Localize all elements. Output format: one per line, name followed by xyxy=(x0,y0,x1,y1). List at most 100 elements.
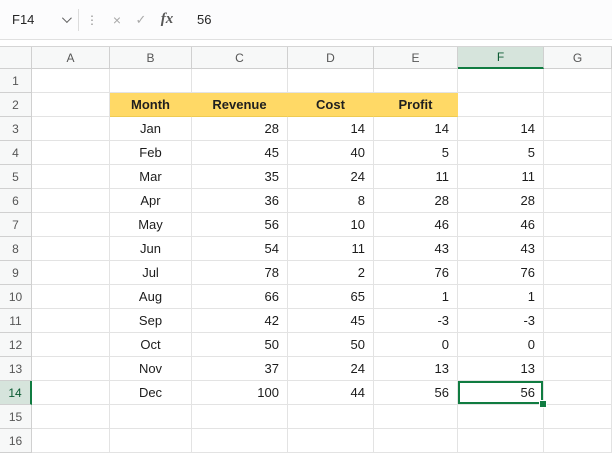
cell-G15[interactable] xyxy=(544,405,612,429)
formula-input[interactable]: 56 xyxy=(197,12,612,27)
cell-D1[interactable] xyxy=(288,69,374,93)
cell-B9[interactable]: Jul xyxy=(110,261,192,285)
column-header-F[interactable]: F xyxy=(458,47,544,69)
cell-E4[interactable]: 5 xyxy=(374,141,458,165)
cell-F14[interactable]: 56 xyxy=(458,381,544,405)
cell-A2[interactable] xyxy=(32,93,110,117)
cell-E5[interactable]: 11 xyxy=(374,165,458,189)
cell-A5[interactable] xyxy=(32,165,110,189)
cell-E9[interactable]: 76 xyxy=(374,261,458,285)
cell-E16[interactable] xyxy=(374,429,458,453)
cell-D16[interactable] xyxy=(288,429,374,453)
cell-D6[interactable]: 8 xyxy=(288,189,374,213)
cell-C2[interactable]: Revenue xyxy=(192,93,288,117)
cell-B11[interactable]: Sep xyxy=(110,309,192,333)
cell-D2[interactable]: Cost xyxy=(288,93,374,117)
cell-G10[interactable] xyxy=(544,285,612,309)
cell-A11[interactable] xyxy=(32,309,110,333)
cell-G11[interactable] xyxy=(544,309,612,333)
cell-F11[interactable]: -3 xyxy=(458,309,544,333)
cell-B3[interactable]: Jan xyxy=(110,117,192,141)
cell-C12[interactable]: 50 xyxy=(192,333,288,357)
cell-C6[interactable]: 36 xyxy=(192,189,288,213)
cell-C15[interactable] xyxy=(192,405,288,429)
column-header-C[interactable]: C xyxy=(192,47,288,69)
cell-A6[interactable] xyxy=(32,189,110,213)
cell-F15[interactable] xyxy=(458,405,544,429)
column-header-G[interactable]: G xyxy=(544,47,612,69)
cell-F9[interactable]: 76 xyxy=(458,261,544,285)
cell-D9[interactable]: 2 xyxy=(288,261,374,285)
cell-D7[interactable]: 10 xyxy=(288,213,374,237)
cell-G9[interactable] xyxy=(544,261,612,285)
row-header-7[interactable]: 7 xyxy=(0,213,32,237)
cell-E13[interactable]: 13 xyxy=(374,357,458,381)
column-header-A[interactable]: A xyxy=(32,47,110,69)
cell-F10[interactable]: 1 xyxy=(458,285,544,309)
cell-F8[interactable]: 43 xyxy=(458,237,544,261)
name-box-splitter-icon[interactable]: ⋮ xyxy=(79,13,105,27)
row-header-3[interactable]: 3 xyxy=(0,117,32,141)
cell-B16[interactable] xyxy=(110,429,192,453)
cell-D4[interactable]: 40 xyxy=(288,141,374,165)
cell-C8[interactable]: 54 xyxy=(192,237,288,261)
cell-C9[interactable]: 78 xyxy=(192,261,288,285)
row-header-15[interactable]: 15 xyxy=(0,405,32,429)
cell-B10[interactable]: Aug xyxy=(110,285,192,309)
cell-A13[interactable] xyxy=(32,357,110,381)
cell-G7[interactable] xyxy=(544,213,612,237)
cell-E6[interactable]: 28 xyxy=(374,189,458,213)
cell-C10[interactable]: 66 xyxy=(192,285,288,309)
cell-C16[interactable] xyxy=(192,429,288,453)
row-header-9[interactable]: 9 xyxy=(0,261,32,285)
cell-C1[interactable] xyxy=(192,69,288,93)
insert-function-icon[interactable]: fx xyxy=(153,11,181,28)
cell-A15[interactable] xyxy=(32,405,110,429)
cell-B7[interactable]: May xyxy=(110,213,192,237)
cell-B5[interactable]: Mar xyxy=(110,165,192,189)
cell-C13[interactable]: 37 xyxy=(192,357,288,381)
cell-B13[interactable]: Nov xyxy=(110,357,192,381)
cell-E12[interactable]: 0 xyxy=(374,333,458,357)
cell-B2[interactable]: Month xyxy=(110,93,192,117)
column-header-B[interactable]: B xyxy=(110,47,192,69)
row-header-16[interactable]: 16 xyxy=(0,429,32,453)
cell-A4[interactable] xyxy=(32,141,110,165)
row-header-12[interactable]: 12 xyxy=(0,333,32,357)
cell-E1[interactable] xyxy=(374,69,458,93)
row-header-1[interactable]: 1 xyxy=(0,69,32,93)
cell-F3[interactable]: 14 xyxy=(458,117,544,141)
cell-E15[interactable] xyxy=(374,405,458,429)
cell-F7[interactable]: 46 xyxy=(458,213,544,237)
cell-C14[interactable]: 100 xyxy=(192,381,288,405)
cell-A14[interactable] xyxy=(32,381,110,405)
cell-D12[interactable]: 50 xyxy=(288,333,374,357)
cell-F2[interactable] xyxy=(458,93,544,117)
cell-E14[interactable]: 56 xyxy=(374,381,458,405)
column-header-E[interactable]: E xyxy=(374,47,458,69)
cell-A9[interactable] xyxy=(32,261,110,285)
cell-E11[interactable]: -3 xyxy=(374,309,458,333)
cell-B8[interactable]: Jun xyxy=(110,237,192,261)
cell-G8[interactable] xyxy=(544,237,612,261)
cell-E7[interactable]: 46 xyxy=(374,213,458,237)
cell-C7[interactable]: 56 xyxy=(192,213,288,237)
cell-E8[interactable]: 43 xyxy=(374,237,458,261)
cell-D3[interactable]: 14 xyxy=(288,117,374,141)
cell-E3[interactable]: 14 xyxy=(374,117,458,141)
cell-A3[interactable] xyxy=(32,117,110,141)
row-header-14[interactable]: 14 xyxy=(0,381,32,405)
cell-E10[interactable]: 1 xyxy=(374,285,458,309)
select-all-corner[interactable] xyxy=(0,47,32,69)
cell-G12[interactable] xyxy=(544,333,612,357)
cell-D15[interactable] xyxy=(288,405,374,429)
cell-B6[interactable]: Apr xyxy=(110,189,192,213)
cell-B4[interactable]: Feb xyxy=(110,141,192,165)
row-header-4[interactable]: 4 xyxy=(0,141,32,165)
cell-F1[interactable] xyxy=(458,69,544,93)
row-header-8[interactable]: 8 xyxy=(0,237,32,261)
cell-F5[interactable]: 11 xyxy=(458,165,544,189)
row-header-2[interactable]: 2 xyxy=(0,93,32,117)
cell-F4[interactable]: 5 xyxy=(458,141,544,165)
cell-G13[interactable] xyxy=(544,357,612,381)
